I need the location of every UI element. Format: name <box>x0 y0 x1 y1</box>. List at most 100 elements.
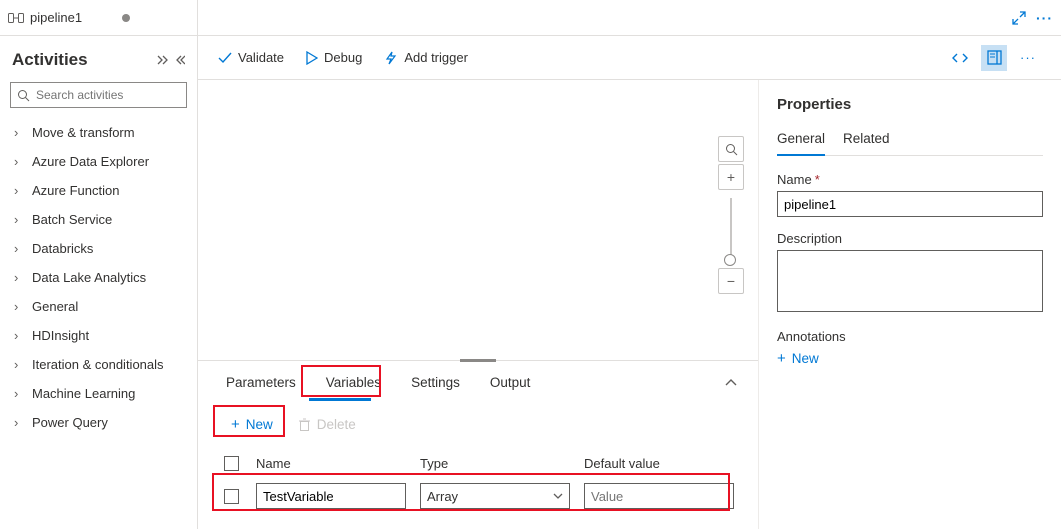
properties-panel: Properties General Related Name* Descrip… <box>759 80 1061 529</box>
activity-category[interactable]: › Azure Data Explorer <box>4 147 193 176</box>
annotations-field-label: Annotations <box>777 329 1043 344</box>
activity-category-label: Data Lake Analytics <box>32 270 146 285</box>
tab-parameters[interactable]: Parameters <box>214 367 308 400</box>
activity-category[interactable]: › Machine Learning <box>4 379 193 408</box>
tab-bar-right: ··· <box>198 0 1061 36</box>
activity-category[interactable]: › General <box>4 292 193 321</box>
chevron-right-icon: › <box>14 212 24 227</box>
add-trigger-label: Add trigger <box>404 50 468 65</box>
activity-category[interactable]: ›Data Lake Analytics <box>4 263 193 292</box>
trigger-icon <box>384 51 398 65</box>
required-asterisk-icon: * <box>815 172 820 187</box>
trash-icon <box>298 418 311 432</box>
chevron-right-icon: › <box>14 386 24 401</box>
toolbar-more-button[interactable]: ··· <box>1015 45 1041 71</box>
more-actions-icon[interactable]: ··· <box>1036 10 1053 26</box>
select-all-checkbox[interactable] <box>224 456 239 471</box>
activity-category[interactable]: › Iteration & conditionals <box>4 350 193 379</box>
activity-category-label: Databricks <box>32 241 93 256</box>
activity-category-label: General <box>32 299 78 314</box>
activity-category[interactable]: › Batch Service <box>4 205 193 234</box>
debug-label: Debug <box>324 50 362 65</box>
properties-tab-related-label: Related <box>843 131 890 146</box>
pipeline-icon <box>8 11 24 25</box>
code-view-button[interactable] <box>947 45 973 71</box>
activity-category-label: Iteration & conditionals <box>32 357 164 372</box>
activity-category[interactable]: › Power Query <box>4 408 193 437</box>
activity-category[interactable]: › HDInsight <box>4 321 193 350</box>
description-field-label: Description <box>777 231 1043 246</box>
variable-type-select[interactable]: Array <box>420 483 570 509</box>
row-checkbox[interactable] <box>224 489 239 504</box>
tab-variables-label: Variables <box>326 375 381 390</box>
collapse-all-icon[interactable] <box>157 55 169 65</box>
chevron-right-icon: › <box>14 415 24 430</box>
name-field-label: Name* <box>777 172 1043 187</box>
chevron-right-icon: › <box>14 328 24 343</box>
chevron-right-icon: › <box>14 154 24 169</box>
properties-toggle-button[interactable] <box>981 45 1007 71</box>
activities-title: Activities <box>12 50 151 70</box>
activity-category[interactable]: › Databricks <box>4 234 193 263</box>
variable-name-input[interactable] <box>256 483 406 509</box>
pipeline-description-input[interactable] <box>777 250 1043 312</box>
drag-handle[interactable] <box>460 359 496 362</box>
expand-window-icon[interactable] <box>1012 11 1026 25</box>
plus-icon: + <box>777 350 786 367</box>
activity-category-label: Machine Learning <box>32 386 135 401</box>
properties-tab-general-label: General <box>777 131 825 146</box>
col-header-type: Type <box>420 456 570 471</box>
zoom-slider[interactable] <box>730 198 732 260</box>
activities-tree: ›Move & transform › Azure Data Explorer ›… <box>0 118 197 437</box>
properties-title: Properties <box>777 96 1043 113</box>
tab-variables[interactable]: Variables <box>314 367 393 400</box>
col-header-default: Default value <box>584 456 734 471</box>
zoom-out-button[interactable]: − <box>718 268 744 294</box>
add-trigger-button[interactable]: Add trigger <box>384 50 468 65</box>
search-icon <box>17 89 30 102</box>
zoom-in-button[interactable]: + <box>718 164 744 190</box>
chevron-right-icon: › <box>14 241 24 256</box>
validate-label: Validate <box>238 50 284 65</box>
search-input[interactable] <box>36 88 191 102</box>
search-activities[interactable] <box>10 82 187 108</box>
tab-bar-left: pipeline1 <box>0 0 197 36</box>
play-icon <box>306 51 318 65</box>
unsaved-dot-icon <box>122 14 130 22</box>
delete-variable-button: Delete <box>298 417 356 432</box>
properties-tab-general[interactable]: General <box>777 127 825 156</box>
pipeline-name-input[interactable] <box>777 191 1043 217</box>
activity-category[interactable]: ›Azure Function <box>4 176 193 205</box>
new-variable-button[interactable]: + New <box>220 411 284 438</box>
tab-output[interactable]: Output <box>478 367 543 400</box>
tab-settings[interactable]: Settings <box>399 367 472 400</box>
chevron-right-icon: › <box>14 357 24 372</box>
fit-to-screen-button[interactable] <box>718 136 744 162</box>
col-header-name: Name <box>256 456 406 471</box>
activity-category-label: Power Query <box>32 415 108 430</box>
tab-settings-label: Settings <box>411 375 460 390</box>
design-canvas[interactable]: + − <box>198 80 758 360</box>
activity-category-label: Azure Data Explorer <box>32 154 149 169</box>
validate-button[interactable]: Validate <box>218 50 284 65</box>
chevron-right-icon: › <box>14 125 24 140</box>
chevron-right-icon: › <box>14 299 24 314</box>
variable-default-input[interactable] <box>584 483 734 509</box>
variable-type-value: Array <box>427 489 458 504</box>
sidebar-collapse-icon[interactable] <box>175 55 185 65</box>
chevron-down-icon <box>553 492 563 500</box>
chevron-right-icon: › <box>14 183 24 198</box>
properties-tab-related[interactable]: Related <box>843 127 890 155</box>
tab-parameters-label: Parameters <box>226 375 296 390</box>
pipeline-tab[interactable]: pipeline1 <box>8 10 130 25</box>
check-icon <box>218 52 232 64</box>
activity-category[interactable]: ›Move & transform <box>4 118 193 147</box>
canvas-toolbar: Validate Debug Add trigger <box>198 36 1061 80</box>
collapse-panel-button[interactable] <box>720 374 742 392</box>
plus-icon: + <box>231 416 240 433</box>
activity-category-label: Batch Service <box>32 212 112 227</box>
activity-category-label: HDInsight <box>32 328 89 343</box>
new-annotation-button[interactable]: + New <box>777 350 1043 367</box>
debug-button[interactable]: Debug <box>306 50 362 65</box>
zoom-handle[interactable] <box>724 254 736 266</box>
